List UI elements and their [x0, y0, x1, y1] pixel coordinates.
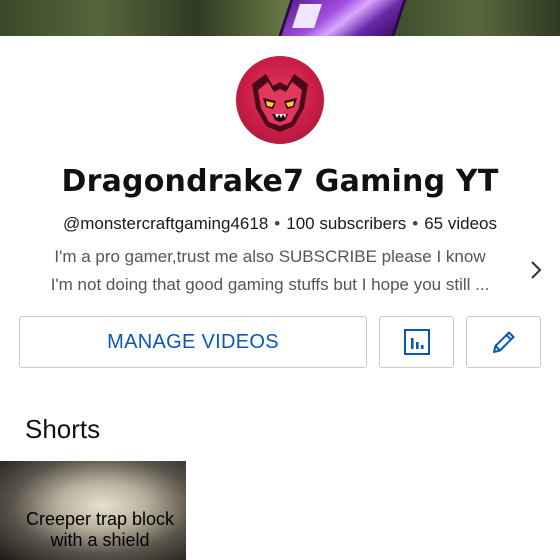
channel-banner — [0, 0, 560, 36]
meta-separator: • — [412, 214, 419, 233]
channel-description[interactable]: I'm a pro gamer,trust me also SUBSCRIBE … — [20, 243, 520, 299]
video-count: 65 videos — [424, 214, 497, 233]
short-thumbnail[interactable]: Creeper trap block with a shield — [0, 461, 186, 560]
channel-name: Dragondrake7 Gaming YT — [61, 164, 499, 199]
short-caption: Creeper trap block with a shield — [0, 509, 186, 551]
channel-avatar[interactable] — [236, 56, 324, 144]
shorts-section-title: Shorts — [25, 414, 101, 444]
description-line: I'm not doing that good gaming stuffs bu… — [50, 275, 490, 294]
short-caption-line: with a shield — [50, 530, 150, 550]
description-line: I'm a pro gamer,trust me also SUBSCRIBE … — [54, 247, 486, 266]
channel-meta: @monstercraftgaming4618 • 100 subscribers •… — [0, 214, 560, 234]
subscriber-count: 100 subscribers — [286, 214, 407, 233]
short-caption-line: Creeper trap block — [25, 509, 175, 529]
manage-videos-button[interactable]: MANAGE VIDEOS — [19, 316, 367, 368]
demon-mask-icon — [252, 74, 308, 132]
chevron-right-icon[interactable] — [526, 256, 546, 284]
analytics-button[interactable] — [379, 316, 454, 368]
channel-page: Dragondrake7 Gaming YT @monstercraftgami… — [0, 0, 560, 560]
pencil-icon — [492, 331, 514, 353]
channel-handle: @monstercraftgaming4618 — [62, 214, 269, 233]
bar-chart-icon — [403, 329, 430, 355]
meta-separator: • — [274, 214, 281, 233]
edit-channel-button[interactable] — [466, 316, 541, 368]
